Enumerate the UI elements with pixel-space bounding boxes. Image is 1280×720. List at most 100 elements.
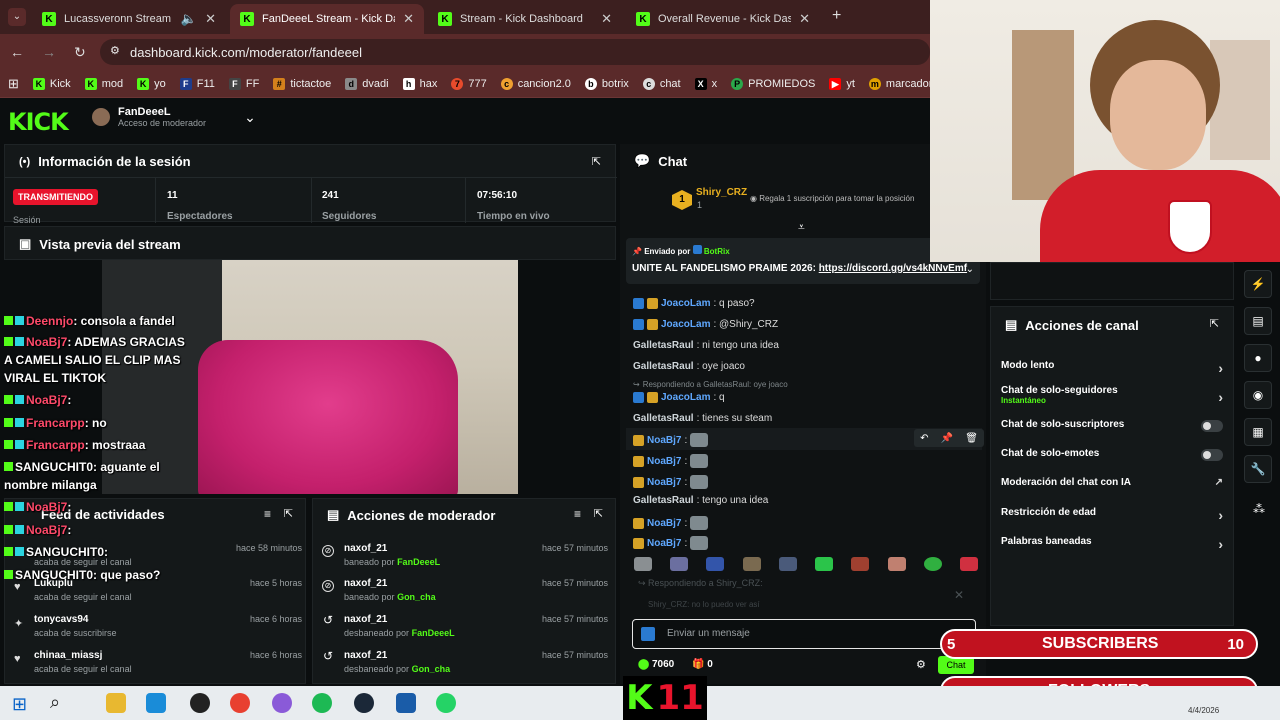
- feed-item[interactable]: hace 58 minutos acaba de seguir el canal: [12, 543, 302, 577]
- stream-preview-video[interactable]: [102, 260, 518, 494]
- setting-banned-words[interactable]: Palabras baneadas ›: [1001, 536, 1223, 552]
- bookmark-chat[interactable]: c chat: [642, 77, 681, 90]
- browser-tab-4[interactable]: K Overall Revenue - Kick Dashbo ✕: [626, 4, 820, 34]
- mod-action-row[interactable]: ⊘ naxof_21 baneado por Gon_cha hace 57 m…: [322, 578, 608, 612]
- chat-message[interactable]: GalletasRaul: tengo una idea: [633, 495, 768, 506]
- bookmark-hax[interactable]: h hax: [402, 77, 437, 90]
- new-tab-icon[interactable]: +: [832, 7, 841, 25]
- app-icon[interactable]: [396, 693, 416, 713]
- setting-slow-mode[interactable]: Modo lento ›: [1001, 360, 1223, 376]
- bookmark-777[interactable]: 7 777: [451, 77, 487, 90]
- setting-followers-only[interactable]: Chat de solo-seguidores Instantáneo ›: [1001, 385, 1223, 405]
- setting-subs-only[interactable]: Chat de solo-suscriptores: [1001, 419, 1223, 432]
- bookmark-promiedos[interactable]: P PROMIEDOS: [731, 77, 815, 90]
- bookmark-dvadi[interactable]: d dvadi: [345, 77, 389, 90]
- channel-switcher[interactable]: FanDeeeL Acceso de moderador ⌄: [92, 106, 256, 128]
- popout-icon[interactable]: ⇱: [1210, 317, 1219, 330]
- emote-icon[interactable]: [742, 557, 761, 571]
- tab-search-icon[interactable]: ⌄: [8, 8, 26, 26]
- close-tab-icon[interactable]: ✕: [601, 11, 612, 27]
- bookmark-mod[interactable]: Kmod: [84, 77, 123, 90]
- chat-message[interactable]: NoaBj7:: [633, 433, 709, 447]
- mod-action-row[interactable]: ↺ naxof_21 desbaneado por Gon_cha hace 5…: [322, 650, 608, 684]
- chat-message[interactable]: JoacoLam: @Shiry_CRZ: [633, 319, 778, 330]
- channel-points[interactable]: ⬤ 7060: [638, 659, 674, 670]
- filter-icon[interactable]: ≡: [574, 507, 581, 521]
- chat-message[interactable]: GalletasRaul: oye joaco: [633, 361, 745, 372]
- search-icon[interactable]: ⌕: [50, 692, 60, 713]
- chevron-down-icon[interactable]: ⌄: [966, 264, 974, 275]
- chat-message[interactable]: NoaBj7:: [633, 475, 709, 489]
- mod-action-row[interactable]: ⊘ naxof_21 baneado por FanDeeeL hace 57 …: [322, 543, 608, 577]
- kick-logo[interactable]: KICK: [8, 108, 69, 136]
- feed-item[interactable]: ✦ tonycavs94 acaba de suscribirse hace 6…: [12, 614, 302, 648]
- chat-settings-icon[interactable]: ⚙: [916, 658, 926, 671]
- emote-icon[interactable]: [959, 557, 978, 571]
- chat-bubble-icon[interactable]: ●: [1244, 344, 1272, 372]
- lightning-icon[interactable]: ⚡: [1244, 270, 1272, 298]
- file-explorer-icon[interactable]: [106, 693, 126, 713]
- feed-item[interactable]: ♥ chinaa_miassj acaba de seguir el canal…: [12, 650, 302, 684]
- outlook-icon[interactable]: [146, 693, 166, 713]
- bookmark-cancion[interactable]: c cancion2.0: [500, 77, 571, 90]
- emote-icon[interactable]: [851, 557, 870, 571]
- back-icon[interactable]: ←: [10, 44, 24, 60]
- emote-only-toggle[interactable]: [1201, 449, 1223, 461]
- chat-message[interactable]: GalletasRaul: ni tengo una idea: [633, 340, 779, 351]
- pinned-message[interactable]: 📌 Enviado por BotRix UNITE AL FANDELISMO…: [626, 238, 980, 284]
- setting-age-restriction[interactable]: Restricción de edad ›: [1001, 507, 1223, 523]
- notes-icon[interactable]: ▤: [1244, 307, 1272, 335]
- bookmark-yo[interactable]: Kyo: [137, 77, 166, 90]
- speaker-icon[interactable]: 🔈: [181, 11, 197, 27]
- emote-icon[interactable]: [670, 557, 689, 571]
- forward-icon[interactable]: →: [42, 44, 56, 60]
- bookmark-botrix[interactable]: b botrix: [584, 77, 629, 90]
- emote-icon[interactable]: [706, 557, 725, 571]
- steam-icon[interactable]: [354, 693, 374, 713]
- reload-icon[interactable]: ↻: [74, 44, 86, 61]
- site-info-icon[interactable]: ⚙: [110, 44, 120, 57]
- chat-message[interactable]: NoaBj7:: [633, 454, 709, 468]
- start-icon[interactable]: ⊞: [12, 694, 27, 715]
- apps-icon[interactable]: ⊞: [8, 76, 19, 92]
- emote-icon[interactable]: [887, 557, 906, 571]
- gift-prompt[interactable]: ◉ Regala 1 suscripción para tomar la pos…: [750, 194, 914, 203]
- spotify-icon[interactable]: [312, 693, 332, 713]
- setting-ai-moderation[interactable]: Moderación del chat con IA ↗: [1001, 477, 1223, 488]
- chat-input[interactable]: Enviar un mensaje: [632, 619, 976, 649]
- share-icon[interactable]: ⁂: [1253, 502, 1265, 516]
- chat-message[interactable]: NoaBj7:: [633, 536, 709, 550]
- chevron-down-icon[interactable]: ⌄: [244, 109, 256, 126]
- popout-icon[interactable]: ⇱: [594, 507, 603, 520]
- browser-tab-3[interactable]: K Stream - Kick Dashboard ✕: [428, 4, 622, 34]
- setting-emote-only[interactable]: Chat de solo-emotes: [1001, 448, 1223, 461]
- emote-icon[interactable]: [815, 557, 834, 571]
- chrome-icon[interactable]: [230, 693, 250, 713]
- emote-picker-icon[interactable]: [641, 627, 655, 641]
- close-tab-icon[interactable]: ✕: [205, 11, 216, 27]
- bookmark-x[interactable]: Xx: [694, 77, 717, 90]
- reply-icon[interactable]: ↶: [920, 433, 928, 444]
- obs-icon[interactable]: [190, 693, 210, 713]
- filter-icon[interactable]: ≡: [264, 507, 271, 521]
- pin-icon[interactable]: 📌: [941, 433, 953, 444]
- top-gifter-name[interactable]: Shiry_CRZ: [696, 187, 747, 198]
- url-field[interactable]: ⚙ dashboard.kick.com/moderator/fandeeel: [100, 39, 930, 65]
- mod-action-row[interactable]: ↺ naxof_21 desbaneado por FanDeeeL hace …: [322, 614, 608, 648]
- chat-message[interactable]: JoacoLam: q paso?: [633, 298, 755, 309]
- bookmark-ff[interactable]: F FF: [228, 77, 259, 90]
- wrench-icon[interactable]: 🔧: [1244, 455, 1272, 483]
- close-tab-icon[interactable]: ✕: [403, 11, 414, 27]
- browser-tab-2[interactable]: K FanDeeeL Stream - Kick Dashbo ✕: [230, 4, 424, 34]
- close-reply-icon[interactable]: ✕: [954, 588, 964, 602]
- chat-message[interactable]: JoacoLam: q: [633, 392, 725, 403]
- gift-count[interactable]: 🎁 0: [692, 659, 713, 670]
- browser-tab-1[interactable]: K Lucassveronn Stream - Wat 🔈 ✕: [32, 4, 226, 34]
- emote-icon[interactable]: [634, 557, 652, 571]
- chat-message[interactable]: GalletasRaul: tienes su steam: [633, 413, 772, 424]
- emote-icon[interactable]: [778, 557, 797, 571]
- whatsapp-icon[interactable]: [436, 693, 456, 713]
- id-card-icon[interactable]: ▦: [1244, 418, 1272, 446]
- chat-message[interactable]: NoaBj7:: [633, 516, 709, 530]
- broadcast-icon[interactable]: ◉: [1244, 381, 1272, 409]
